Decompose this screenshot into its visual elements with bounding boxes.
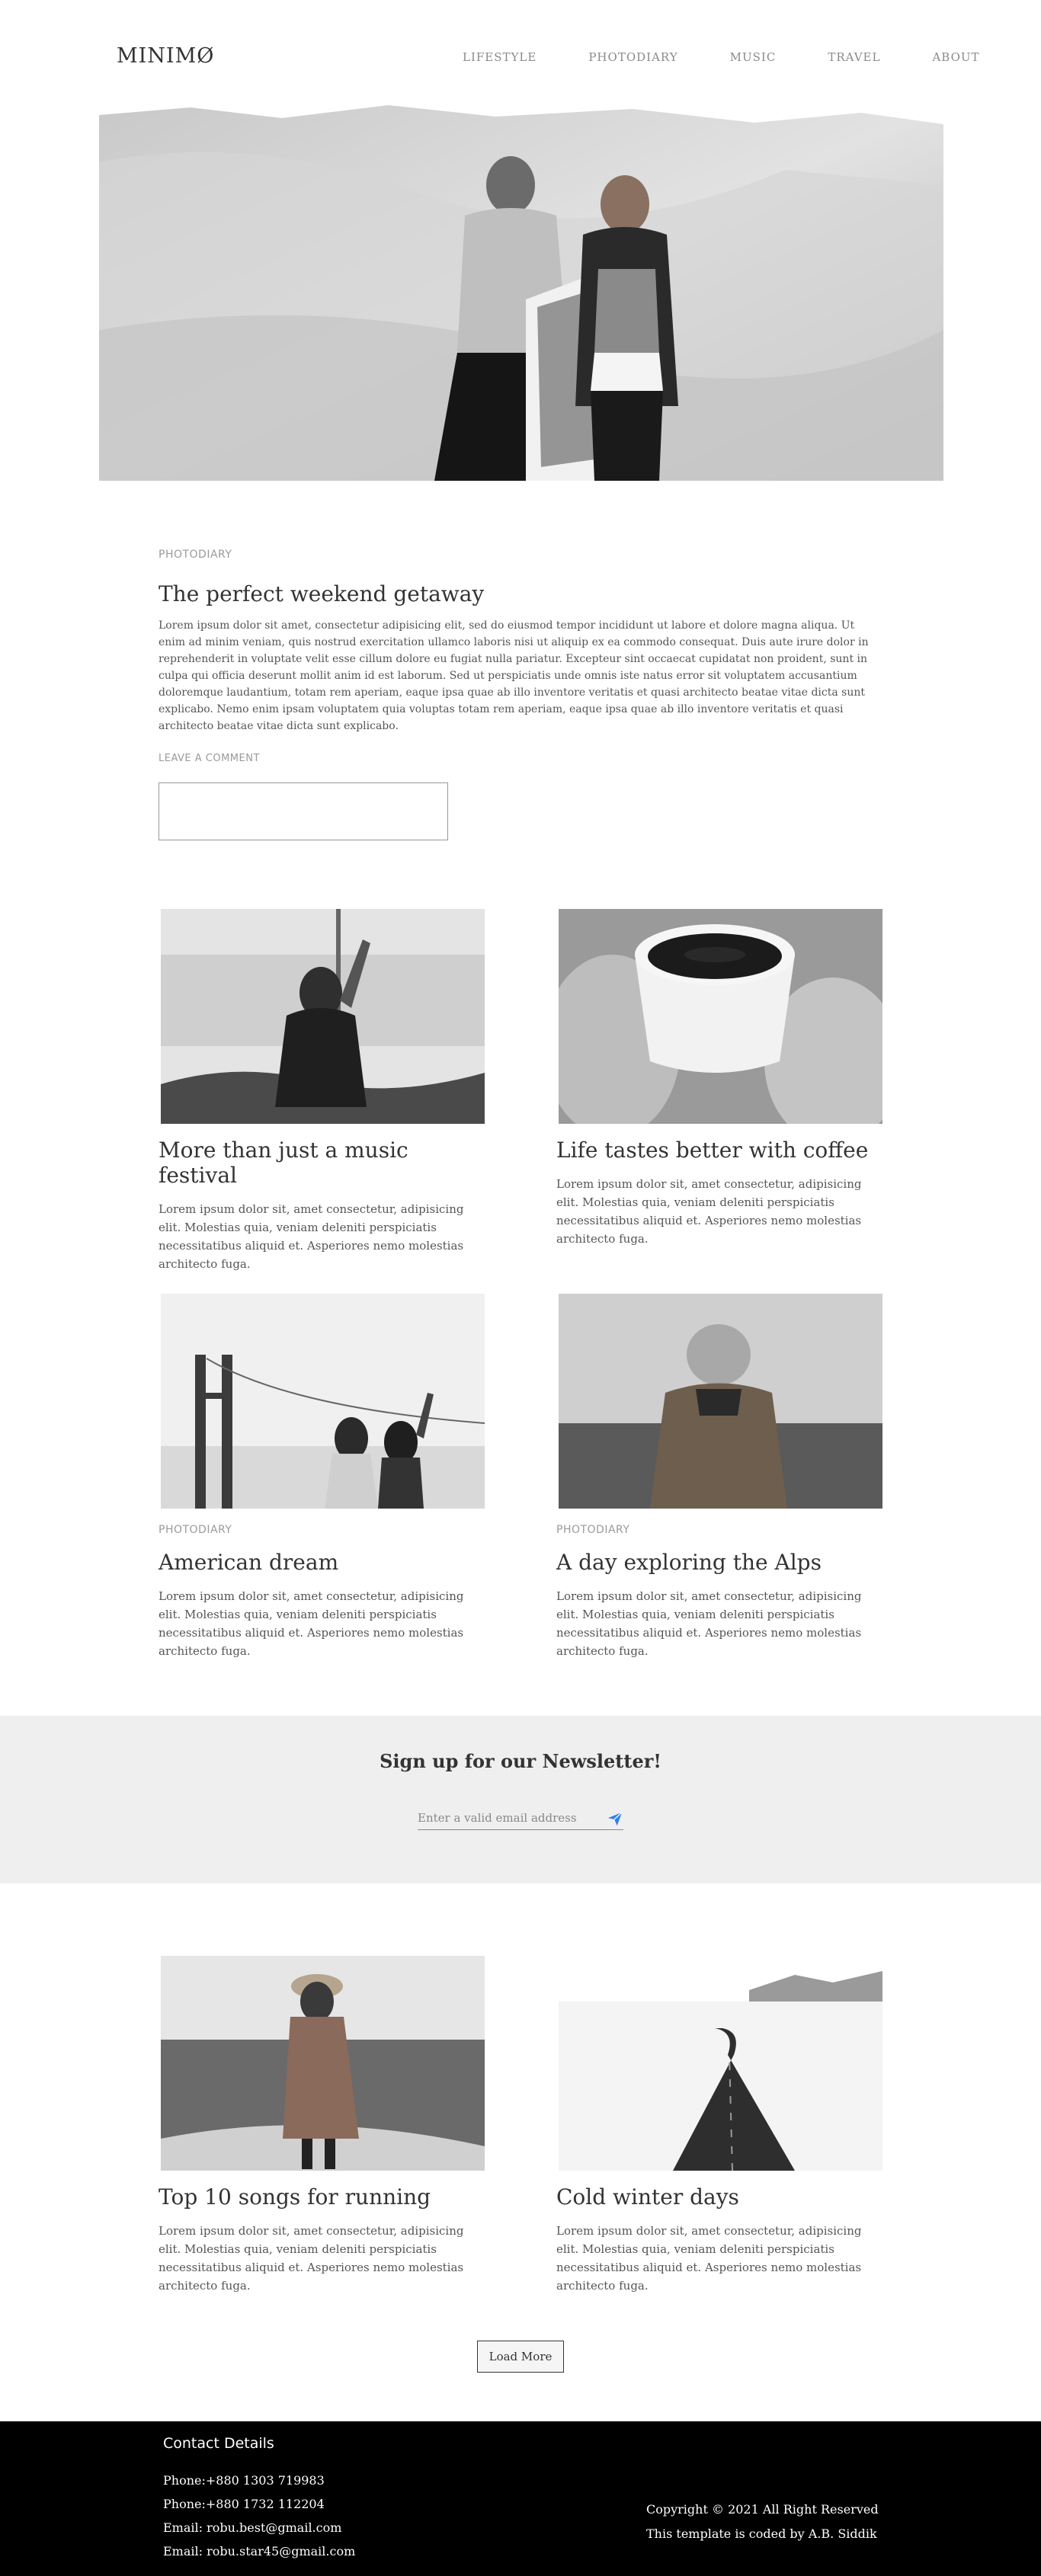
post-card: PHOTODIARY American dream Lorem ipsum do… <box>159 1294 485 1660</box>
card-excerpt: Lorem ipsum dolor sit, amet consectetur,… <box>159 1589 464 1658</box>
contact-title: Contact Details <box>163 2435 274 2452</box>
post-card: PHOTODIARY A day exploring the Alps Lore… <box>556 1294 882 1660</box>
card-image[interactable] <box>161 1294 485 1509</box>
main-nav: LIFESTYLE PHOTODIARY MUSIC TRAVEL ABOUT <box>463 50 1032 64</box>
contact-phone: Phone:+880 1732 112204 <box>163 2497 325 2511</box>
card-title[interactable]: American dream <box>159 1550 482 1575</box>
nav-item-about[interactable]: ABOUT <box>932 50 979 64</box>
card-title[interactable]: More than just a music festival <box>159 1138 482 1188</box>
leave-comment-label: LEAVE A COMMENT <box>159 753 260 764</box>
post-card: Top 10 songs for running Lorem ipsum dol… <box>159 1956 485 2295</box>
card-image[interactable] <box>559 909 882 1124</box>
comment-textarea[interactable] <box>159 782 448 840</box>
newsletter-form <box>418 1807 623 1830</box>
card-title[interactable]: Cold winter days <box>556 2184 880 2210</box>
nav-item-music[interactable]: MUSIC <box>730 50 777 64</box>
card-image[interactable] <box>559 1294 882 1509</box>
contact-phone: Phone:+880 1303 719983 <box>163 2473 325 2488</box>
card-title[interactable]: Life tastes better with coffee <box>556 1138 880 1163</box>
site-logo[interactable]: MINIMØ <box>117 44 214 68</box>
card-excerpt: Lorem ipsum dolor sit, amet consectetur,… <box>556 2224 862 2293</box>
site-footer: Contact Details Phone:+880 1303 719983 P… <box>0 2421 1041 2576</box>
featured-body: Lorem ipsum dolor sit amet, consectetur … <box>159 619 869 732</box>
copyright: Copyright © 2021 All Right Reserved This… <box>646 2498 879 2546</box>
nav-item-travel[interactable]: TRAVEL <box>828 50 880 64</box>
card-excerpt: Lorem ipsum dolor sit, amet consectetur,… <box>556 1589 862 1658</box>
contact-email[interactable]: Email: robu.best@gmail.com <box>163 2516 355 2539</box>
site-header: MINIMØ LIFESTYLE PHOTODIARY MUSIC TRAVEL… <box>0 0 1041 114</box>
card-excerpt: Lorem ipsum dolor sit, amet consectetur,… <box>556 1177 862 1246</box>
nav-item-photodiary[interactable]: PHOTODIARY <box>588 50 677 64</box>
post-card: Life tastes better with coffee Lorem ips… <box>556 909 882 1248</box>
post-card: More than just a music festival Lorem ip… <box>159 909 485 1273</box>
nav-item-lifestyle[interactable]: LIFESTYLE <box>463 50 537 64</box>
load-more-button[interactable]: Load More <box>477 2341 564 2373</box>
card-category[interactable]: PHOTODIARY <box>159 1524 482 1536</box>
credit-text: This template is coded by A.B. Siddik <box>646 2526 877 2541</box>
post-card: Cold winter days Lorem ipsum dolor sit, … <box>556 1956 882 2295</box>
email-input[interactable] <box>418 1807 601 1829</box>
contact-list: Phone:+880 1303 719983 Phone:+880 1732 1… <box>163 2469 355 2563</box>
page: MINIMØ LIFESTYLE PHOTODIARY MUSIC TRAVEL… <box>0 0 1041 2576</box>
card-category[interactable]: PHOTODIARY <box>556 1524 880 1536</box>
card-title[interactable]: A day exploring the Alps <box>556 1550 880 1575</box>
featured-category[interactable]: PHOTODIARY <box>159 549 875 561</box>
paper-plane-icon[interactable] <box>607 1810 623 1827</box>
copyright-text: Copyright © 2021 All Right Reserved <box>646 2502 879 2517</box>
newsletter-section: Sign up for our Newsletter! <box>0 1716 1041 1883</box>
card-image[interactable] <box>559 1956 882 2171</box>
card-title[interactable]: Top 10 songs for running <box>159 2184 482 2210</box>
card-image[interactable] <box>161 1956 485 2171</box>
hero-image <box>99 101 943 481</box>
featured-article: PHOTODIARY The perfect weekend getaway L… <box>159 549 875 840</box>
featured-title[interactable]: The perfect weekend getaway <box>159 581 875 606</box>
card-excerpt: Lorem ipsum dolor sit, amet consectetur,… <box>159 1202 464 1271</box>
card-image[interactable] <box>161 909 485 1124</box>
card-excerpt: Lorem ipsum dolor sit, amet consectetur,… <box>159 2224 464 2293</box>
contact-email[interactable]: Email: robu.star45@gmail.com <box>163 2539 355 2563</box>
newsletter-title: Sign up for our Newsletter! <box>380 1750 661 1772</box>
